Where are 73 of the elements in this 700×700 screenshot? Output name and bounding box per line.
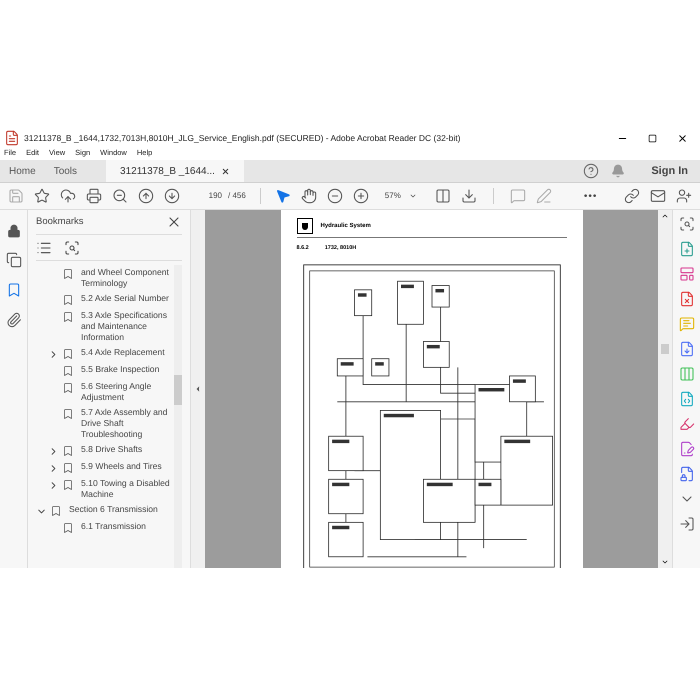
create-pdf-icon[interactable]	[678, 291, 694, 307]
print-icon[interactable]	[86, 188, 102, 204]
scroll-mode-icon[interactable]	[460, 188, 477, 204]
collapse-pane-icon[interactable]	[678, 516, 694, 532]
bookmark-item[interactable]: 5.2 Axle Serial Number	[81, 293, 169, 304]
close-icon[interactable]	[677, 132, 688, 144]
bookmark-item[interactable]: and Wheel Component Terminology	[81, 267, 174, 289]
help-icon[interactable]	[583, 163, 600, 179]
bookmark-item[interactable]: 6.1 Transmission	[81, 521, 146, 532]
page-fit-icon[interactable]	[434, 188, 451, 204]
paperclip-icon[interactable]	[6, 312, 22, 328]
layout-icon[interactable]	[678, 266, 694, 282]
search-icon[interactable]	[678, 216, 694, 232]
bookmark-icon	[62, 365, 74, 377]
zoom-plus-icon[interactable]	[352, 188, 369, 204]
window-title: 31211378_B _1644,1732,7013H,8010H_JLG_Service_English.pdf (SECURED) - Adobe Acrobat Reader DC (32-bit)	[24, 132, 460, 144]
protect-icon[interactable]	[678, 466, 694, 482]
caret-icon[interactable]	[408, 192, 417, 200]
hand-icon[interactable]	[300, 188, 317, 204]
bookmark-icon	[62, 268, 74, 280]
bookmark-item[interactable]: 5.3 Axle Specifications and Maintenance Information	[81, 310, 174, 343]
bookmark-icon	[62, 479, 74, 491]
user-add-icon[interactable]	[676, 188, 692, 204]
sign-in-button[interactable]: Sign In	[651, 162, 688, 180]
zoom-out-icon[interactable]	[112, 188, 128, 204]
bookmark-icon	[62, 382, 74, 394]
bookmark-icon	[62, 311, 74, 323]
pdf-file-icon	[4, 130, 20, 146]
bookmark-item[interactable]: 5.5 Brake Inspection	[81, 364, 160, 375]
scrollbar-thumb[interactable]	[661, 344, 669, 354]
bookmark-icon	[62, 294, 74, 306]
bookmark-icon	[50, 505, 62, 517]
page-count: / 456	[228, 190, 246, 202]
bookmark-icon	[62, 522, 74, 534]
panel-title: Bookmarks	[36, 214, 84, 229]
pages-icon[interactable]	[6, 252, 22, 268]
bookmark-item[interactable]: Section 6 Transmission	[69, 504, 158, 515]
zoom-minus-icon[interactable]	[326, 188, 343, 204]
scrollbar[interactable]	[174, 265, 182, 568]
document-icon[interactable]	[678, 441, 694, 457]
cursor-icon[interactable]	[274, 188, 291, 204]
cloud-upload-icon[interactable]	[60, 188, 76, 204]
bookmark-item[interactable]: 5.10 Towing a Disabled Machine	[81, 478, 174, 500]
page-number-field[interactable]: 190	[198, 190, 222, 202]
bookmark-item[interactable]: 5.4 Axle Replacement	[81, 347, 165, 358]
close-tab-icon[interactable]	[220, 166, 230, 176]
export-pdf-icon[interactable]	[678, 241, 694, 257]
compress-icon[interactable]	[678, 391, 694, 407]
highlighter-icon[interactable]	[678, 416, 694, 432]
bookmark-item[interactable]: 5.6 Steering Angle Adjustment	[81, 381, 174, 403]
bookmark-icon	[62, 408, 74, 420]
combine-icon[interactable]	[678, 341, 694, 357]
hydraulic-logo-icon	[296, 218, 312, 234]
bookmark-icon	[62, 445, 74, 457]
link-icon[interactable]	[624, 188, 640, 204]
bookmark-icon	[62, 348, 74, 360]
star-icon[interactable]	[34, 188, 50, 204]
bookmark-icon	[62, 462, 74, 474]
bookmark-item[interactable]: 5.8 Drive Shafts	[81, 444, 142, 455]
lock-icon[interactable]	[6, 224, 20, 238]
tab[interactable]: 31211378_B _1644...	[106, 160, 244, 182]
bookmark-item[interactable]: 5.9 Wheels and Tires	[81, 461, 162, 472]
collapse-panel-icon[interactable]	[194, 385, 202, 393]
scroll-down-icon[interactable]	[661, 558, 669, 566]
zoom-dropdown[interactable]: 57%	[384, 190, 417, 202]
more-button[interactable]: •••	[584, 188, 598, 204]
mail-icon[interactable]	[650, 188, 666, 204]
scroll-up-icon[interactable]	[661, 212, 669, 220]
maximize-icon[interactable]	[648, 134, 657, 142]
find-bookmark-icon[interactable]	[64, 240, 80, 256]
tab[interactable]: Tools	[44, 160, 86, 182]
bookmark-item[interactable]: 5.7 Axle Assembly and Drive Shaft Troubleshooting	[81, 407, 174, 440]
tab[interactable]: Home	[0, 160, 45, 182]
